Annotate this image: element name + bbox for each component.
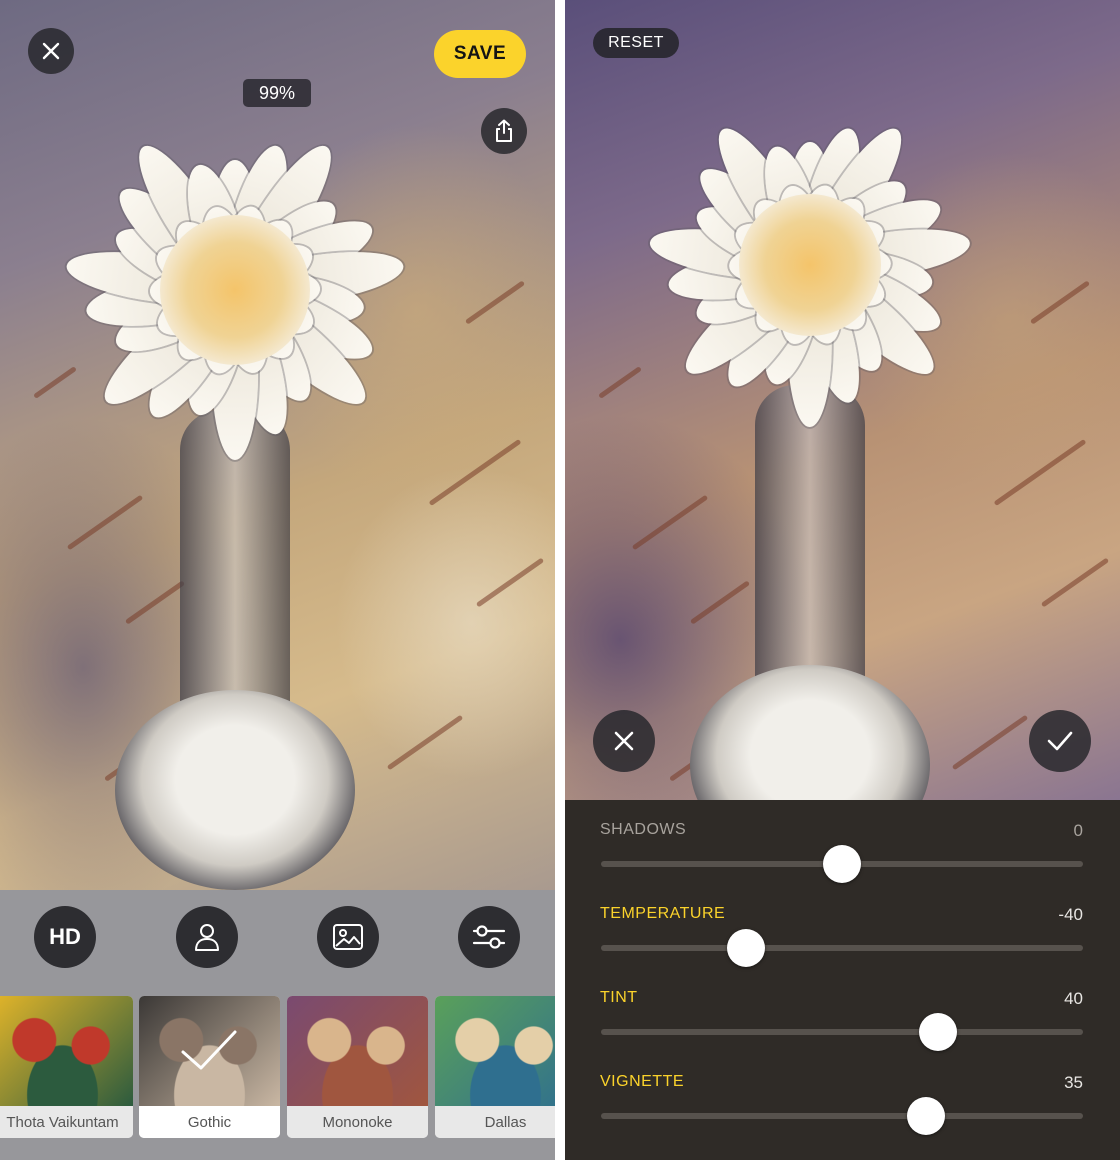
photo-canvas (565, 0, 1120, 865)
style-preview-image (287, 996, 428, 1106)
checkmark-icon (1047, 731, 1073, 751)
share-button[interactable] (481, 108, 527, 154)
reset-button[interactable]: RESET (593, 28, 679, 58)
screen-divider (555, 0, 565, 1160)
processing-progress-badge: 99% (243, 79, 311, 107)
style-label: Mononoke (287, 1106, 428, 1138)
cancel-button[interactable] (593, 710, 655, 772)
adjustment-value: 35 (1064, 1073, 1083, 1092)
portrait-button[interactable] (176, 906, 238, 968)
adjustment-label: VIGNETTE (600, 1073, 685, 1090)
vignette-slider-track[interactable] (601, 1113, 1083, 1119)
style-label: Dallas (435, 1106, 555, 1138)
style-thumbnail[interactable]: Mononoke (287, 996, 428, 1138)
temperature-slider-thumb[interactable] (726, 929, 765, 967)
portrait-icon (195, 924, 219, 951)
adjustment-value: 40 (1064, 989, 1083, 1008)
style-preview-image (0, 996, 133, 1106)
style-label: Gothic (139, 1106, 280, 1138)
hd-icon: HD (49, 924, 81, 949)
photo-canvas (0, 0, 555, 890)
share-icon (496, 119, 512, 142)
apply-button[interactable] (1029, 710, 1091, 772)
close-button[interactable] (28, 28, 74, 74)
adjustments-button[interactable] (458, 906, 520, 968)
checkmark-icon (181, 1030, 237, 1070)
save-button[interactable]: SAVE (434, 30, 526, 78)
close-icon (614, 731, 634, 751)
style-preview-image (435, 996, 555, 1106)
close-icon (42, 42, 60, 60)
hd-button[interactable]: HD (34, 906, 96, 968)
adjustment-value: -40 (1058, 905, 1083, 924)
tint-slider-thumb[interactable] (919, 1013, 958, 1051)
filter-editor-screen: 99% SAVE HD Thota Vaikuntam Gothic Monon… (0, 0, 555, 1160)
sliders-icon (472, 925, 506, 949)
background-button[interactable] (317, 906, 379, 968)
adjustments-screen: RESET SHADOWS 0 TEMPERATURE -40 TINT 40 (565, 0, 1120, 1160)
adjustment-label: SHADOWS (600, 821, 687, 838)
style-thumbnail[interactable]: Thota Vaikuntam (0, 996, 133, 1138)
style-thumbnail[interactable]: Dallas (435, 996, 555, 1138)
adjustment-value: 0 (1073, 821, 1083, 840)
tint-slider-track[interactable] (601, 1029, 1083, 1035)
image-icon (333, 924, 363, 950)
shadows-slider-thumb[interactable] (823, 845, 861, 883)
adjustment-label: TEMPERATURE (600, 905, 726, 922)
temperature-slider-track[interactable] (601, 945, 1083, 951)
style-thumbnail-selected[interactable]: Gothic (139, 996, 280, 1138)
vignette-slider-thumb[interactable] (907, 1097, 946, 1135)
style-label: Thota Vaikuntam (0, 1106, 133, 1138)
adjustment-label: TINT (600, 989, 638, 1006)
adjustments-panel: SHADOWS 0 TEMPERATURE -40 TINT 40 VIGNET… (565, 800, 1120, 1160)
